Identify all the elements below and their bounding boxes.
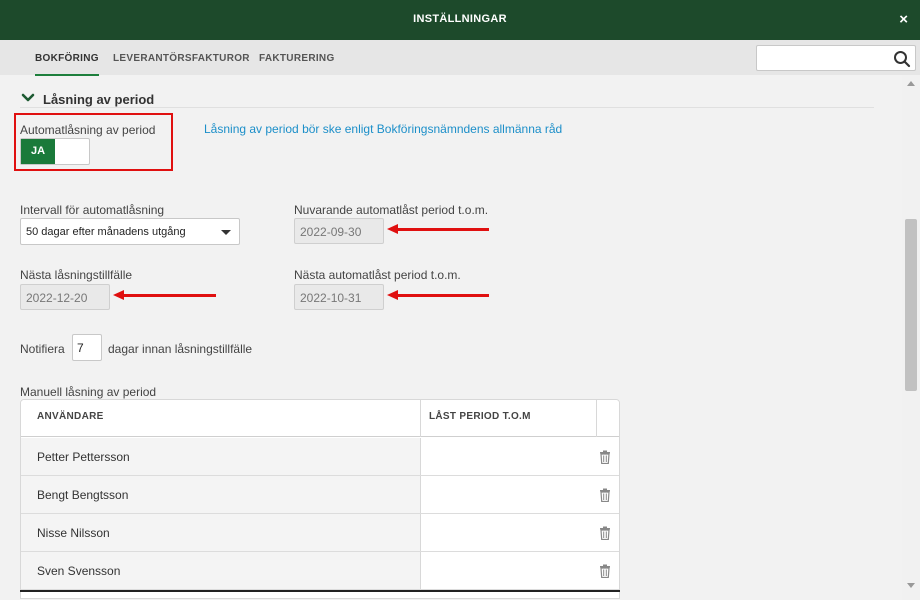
notify-suffix: dagar innan låsningstillfälle	[108, 342, 253, 356]
user-name: Petter Pettersson	[21, 438, 420, 475]
user-name: Nisse Nilsson	[21, 514, 420, 551]
auto-lock-toggle[interactable]: JA	[20, 138, 90, 165]
section-title: Låsning av period	[43, 92, 155, 107]
annotation-arrow	[387, 290, 489, 300]
auto-lock-label: Automatlåsning av period	[20, 123, 156, 137]
tab-bokforing[interactable]: BOKFÖRING	[35, 53, 99, 76]
period-cell[interactable]	[420, 514, 596, 551]
trash-icon[interactable]	[599, 488, 611, 502]
annotation-arrow	[113, 290, 216, 300]
next-period-field: 2022-10-31	[294, 284, 384, 310]
next-period-label: Nästa automatlåst period t.o.m.	[294, 268, 461, 282]
toggle-on-label: JA	[21, 139, 55, 164]
interval-select[interactable]: 50 dagar efter månadens utgång	[20, 218, 240, 245]
table-row: Nisse Nilsson	[21, 514, 619, 552]
notify-days-input[interactable]: 7	[72, 334, 102, 361]
table-bottom-border	[20, 590, 620, 592]
current-period-label: Nuvarande automatlåst period t.o.m.	[294, 203, 489, 217]
trash-icon[interactable]	[599, 564, 611, 578]
info-link[interactable]: Låsning av period bör ske enligt Bokföri…	[204, 122, 562, 136]
close-icon[interactable]: ×	[899, 12, 908, 28]
notify-prefix: Notifiera	[20, 342, 65, 356]
column-header-user[interactable]: ANVÄNDARE	[37, 411, 104, 422]
trash-icon[interactable]	[599, 526, 611, 540]
table-row: Sven Svensson	[21, 552, 619, 590]
current-period-field: 2022-09-30	[294, 218, 384, 244]
interval-label: Intervall för automatlåsning	[20, 203, 165, 217]
manual-lock-title: Manuell låsning av period	[20, 385, 157, 399]
user-name: Bengt Bengtsson	[21, 476, 420, 513]
tab-leverantorsfakturor[interactable]: LEVERANTÖRSFAKTUROR	[113, 53, 250, 64]
manual-lock-table: ANVÄNDARE LÅST PERIOD T.O.M Petter Pette…	[20, 399, 620, 599]
search-icon[interactable]	[893, 50, 911, 68]
table-row: Petter Pettersson	[21, 438, 619, 476]
period-cell[interactable]	[420, 476, 596, 513]
caret-down-icon	[221, 230, 231, 235]
column-divider	[420, 400, 421, 437]
trash-icon[interactable]	[599, 450, 611, 464]
table-row: Bengt Bengtsson	[21, 476, 619, 514]
chevron-down-icon[interactable]	[21, 91, 35, 105]
section-header-lasning[interactable]: Låsning av period	[20, 91, 874, 108]
scroll-up-icon[interactable]	[907, 81, 915, 86]
title-bar: INSTÄLLNINGAR ×	[0, 0, 920, 40]
scrollbar-thumb[interactable]	[905, 219, 917, 391]
next-lock-label: Nästa låsningstillfälle	[20, 268, 133, 282]
window-title: INSTÄLLNINGAR	[413, 13, 507, 25]
search-box	[756, 45, 916, 71]
period-cell[interactable]	[420, 552, 596, 589]
annotation-arrow	[387, 224, 489, 234]
search-input[interactable]	[761, 49, 891, 67]
period-cell[interactable]	[420, 438, 596, 475]
column-divider	[596, 400, 597, 437]
tab-fakturering[interactable]: FAKTURERING	[259, 53, 335, 64]
scrollbar[interactable]	[902, 75, 920, 600]
column-header-period[interactable]: LÅST PERIOD T.O.M	[429, 411, 531, 422]
interval-value: 50 dagar efter månadens utgång	[26, 226, 186, 238]
next-lock-field: 2022-12-20	[20, 284, 110, 310]
user-name: Sven Svensson	[21, 552, 420, 589]
table-header: ANVÄNDARE LÅST PERIOD T.O.M	[21, 400, 619, 437]
scroll-down-icon[interactable]	[907, 583, 915, 588]
